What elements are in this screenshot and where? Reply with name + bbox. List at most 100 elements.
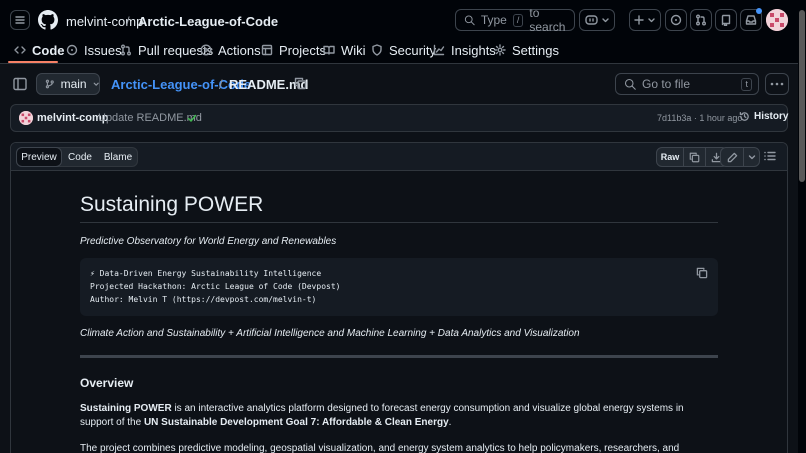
code-view-tab[interactable]: Code [61,148,99,166]
kebab-horizontal-icon [770,82,784,86]
horizontal-rule [80,355,718,358]
tab-security[interactable]: Security [371,42,436,58]
edit-options-button[interactable] [743,148,759,166]
overview-heading: Overview [80,376,134,390]
issue-icon [670,14,682,26]
copy-raw-button[interactable] [683,148,705,166]
tab-insights[interactable]: Insights [433,42,496,58]
branch-icon [45,79,54,89]
commit-sha-and-time[interactable]: 7d11b3a · 1 hour ago [657,113,742,123]
tab-projects-label: Projects [279,42,326,58]
page-scrollbar-thumb[interactable] [799,10,805,182]
pull-request-icon [121,44,131,56]
project-paragraph: The project combines predictive modeling… [80,443,680,453]
sdg-goal-bold: UN Sustainable Development Goal 7: Affor… [143,417,449,428]
preview-tab[interactable]: Preview [16,147,62,167]
shield-icon [372,44,382,56]
overview-text-end: . [448,417,452,428]
file-view: Preview Code Blame Raw Sustaining POWER … [10,142,788,453]
copilot-icon [585,15,609,25]
raw-button[interactable]: Raw [657,148,683,166]
code-line: Author: Melvin T (https://devpost.com/me… [90,295,317,304]
history-button[interactable]: History [739,111,788,122]
file-tree-toggle-button[interactable] [12,76,28,92]
tab-projects[interactable]: Projects [261,42,326,58]
list-unordered-icon [764,151,776,161]
create-new-button[interactable] [629,9,661,31]
copilot-button[interactable] [579,9,615,31]
code-line: ⚡ Data-Driven Energy Sustainability Inte… [90,269,322,278]
tab-actions-label: Actions [218,42,261,58]
readme-categories: Climate Action and Sustainability + Arti… [80,328,580,339]
branch-name: main [60,77,87,91]
top-header: melvint-comp / Arctic-League-of-Code Typ… [0,0,798,64]
table-icon [261,44,273,56]
tab-code-label: Code [32,42,65,58]
code-icon [14,46,26,54]
tab-insights-label: Insights [451,42,496,58]
go-to-file-shortcut-key: t [741,78,752,91]
tab-issues-label: Issues [84,42,122,58]
repo-icon [721,14,731,26]
latest-commit-bar: melvint-comp Update README.md 7d11b3a · … [10,104,788,132]
history-icon [739,112,749,121]
owner-link[interactable]: melvint-comp [66,14,143,29]
go-to-file-input[interactable]: Go to file t [615,73,759,95]
tab-settings[interactable]: Settings [494,42,559,58]
avatar-identicon-icon [19,111,33,125]
caret-down-icon [748,155,755,160]
github-logo-icon[interactable] [38,10,58,30]
code-line: Projected Hackathon: Arctic League of Co… [90,282,341,291]
play-icon [200,44,212,56]
view-mode-switcher: Preview Code Blame [16,147,138,167]
repositories-button[interactable] [715,9,737,31]
search-icon [464,15,475,26]
tab-wiki[interactable]: Wiki [323,42,366,58]
sidebar-collapse-icon [13,77,27,91]
outline-button[interactable] [763,149,777,163]
history-label: History [754,111,789,122]
issue-icon [66,44,78,56]
active-tab-indicator [8,61,58,63]
repo-link[interactable]: Arctic-League-of-Code [138,14,278,29]
menu-button[interactable] [10,10,30,30]
notification-dot [756,8,762,14]
copy-path-button[interactable] [294,77,307,90]
copy-icon [689,152,700,162]
issues-button[interactable] [665,9,687,31]
title-divider [80,222,718,223]
copy-icon [294,77,307,90]
raw-actions-group: Raw [656,147,728,167]
blame-tab[interactable]: Blame [99,148,137,166]
pull-requests-button[interactable] [690,9,712,31]
inbox-icon [745,15,757,25]
go-to-file-placeholder: Go to file [642,77,691,91]
gear-icon [494,44,506,56]
tab-settings-label: Settings [512,42,559,58]
tab-issues[interactable]: Issues [66,42,122,58]
check-status-icon[interactable] [187,113,197,123]
pencil-icon [727,152,737,162]
copy-icon [696,267,708,279]
search-prefix: Type [480,13,507,27]
copy-code-button[interactable] [696,267,708,279]
user-avatar[interactable] [766,9,788,31]
global-search-input[interactable]: Type / to search [455,6,575,34]
breadcrumb-separator: / [126,14,130,29]
tab-code[interactable]: Code [14,42,65,58]
more-options-button[interactable] [765,73,789,95]
edit-file-button[interactable] [721,148,743,166]
readme-subtitle: Predictive Observatory for World Energy … [80,236,337,247]
branch-selector-button[interactable]: main [36,73,100,95]
code-block: ⚡ Data-Driven Energy Sustainability Inte… [80,258,718,316]
tab-actions[interactable]: Actions [200,42,261,58]
tab-security-label: Security [389,42,436,58]
tab-wiki-label: Wiki [341,42,366,58]
commit-author-avatar[interactable] [19,111,33,125]
path-separator: / [219,77,223,92]
overview-paragraph: Sustaining POWER is an interactive analy… [80,402,718,430]
plus-icon [634,15,655,25]
hamburger-icon [15,16,25,24]
caret-down-icon [93,82,99,86]
edit-actions-group [720,147,760,167]
